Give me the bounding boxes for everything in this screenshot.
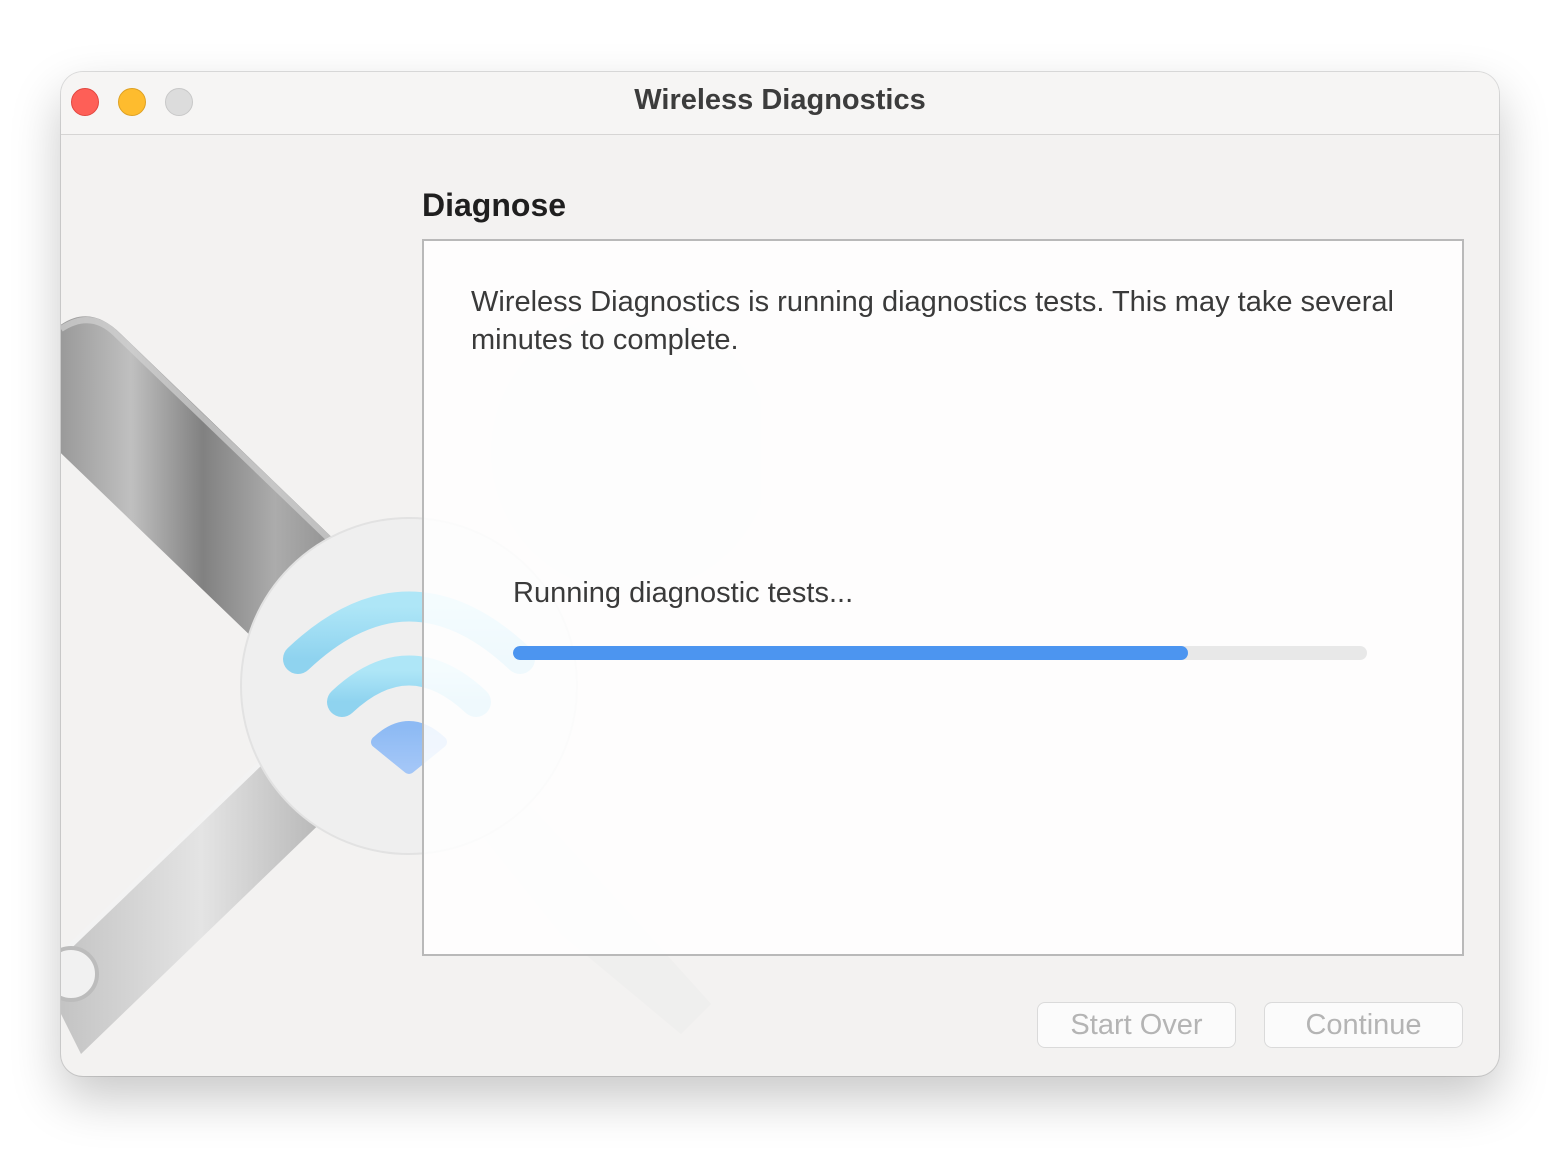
diagnostics-panel: Wireless Diagnostics is running diagnost… (422, 239, 1464, 956)
start-over-button[interactable]: Start Over (1037, 1002, 1236, 1048)
description-text: Wireless Diagnostics is running diagnost… (471, 286, 1395, 356)
window-title: Wireless Diagnostics (634, 84, 926, 116)
title-bar: Wireless Diagnostics (61, 72, 1499, 135)
section-heading: Diagnose (422, 187, 567, 223)
progress-bar (513, 646, 1367, 660)
wireless-diagnostics-window: Wireless Diagnostics Diagnose Wireless D… (61, 72, 1499, 1076)
status-text: Running diagnostic tests... (513, 577, 854, 609)
continue-button[interactable]: Continue (1264, 1002, 1463, 1048)
progress-bar-fill (513, 646, 1188, 660)
